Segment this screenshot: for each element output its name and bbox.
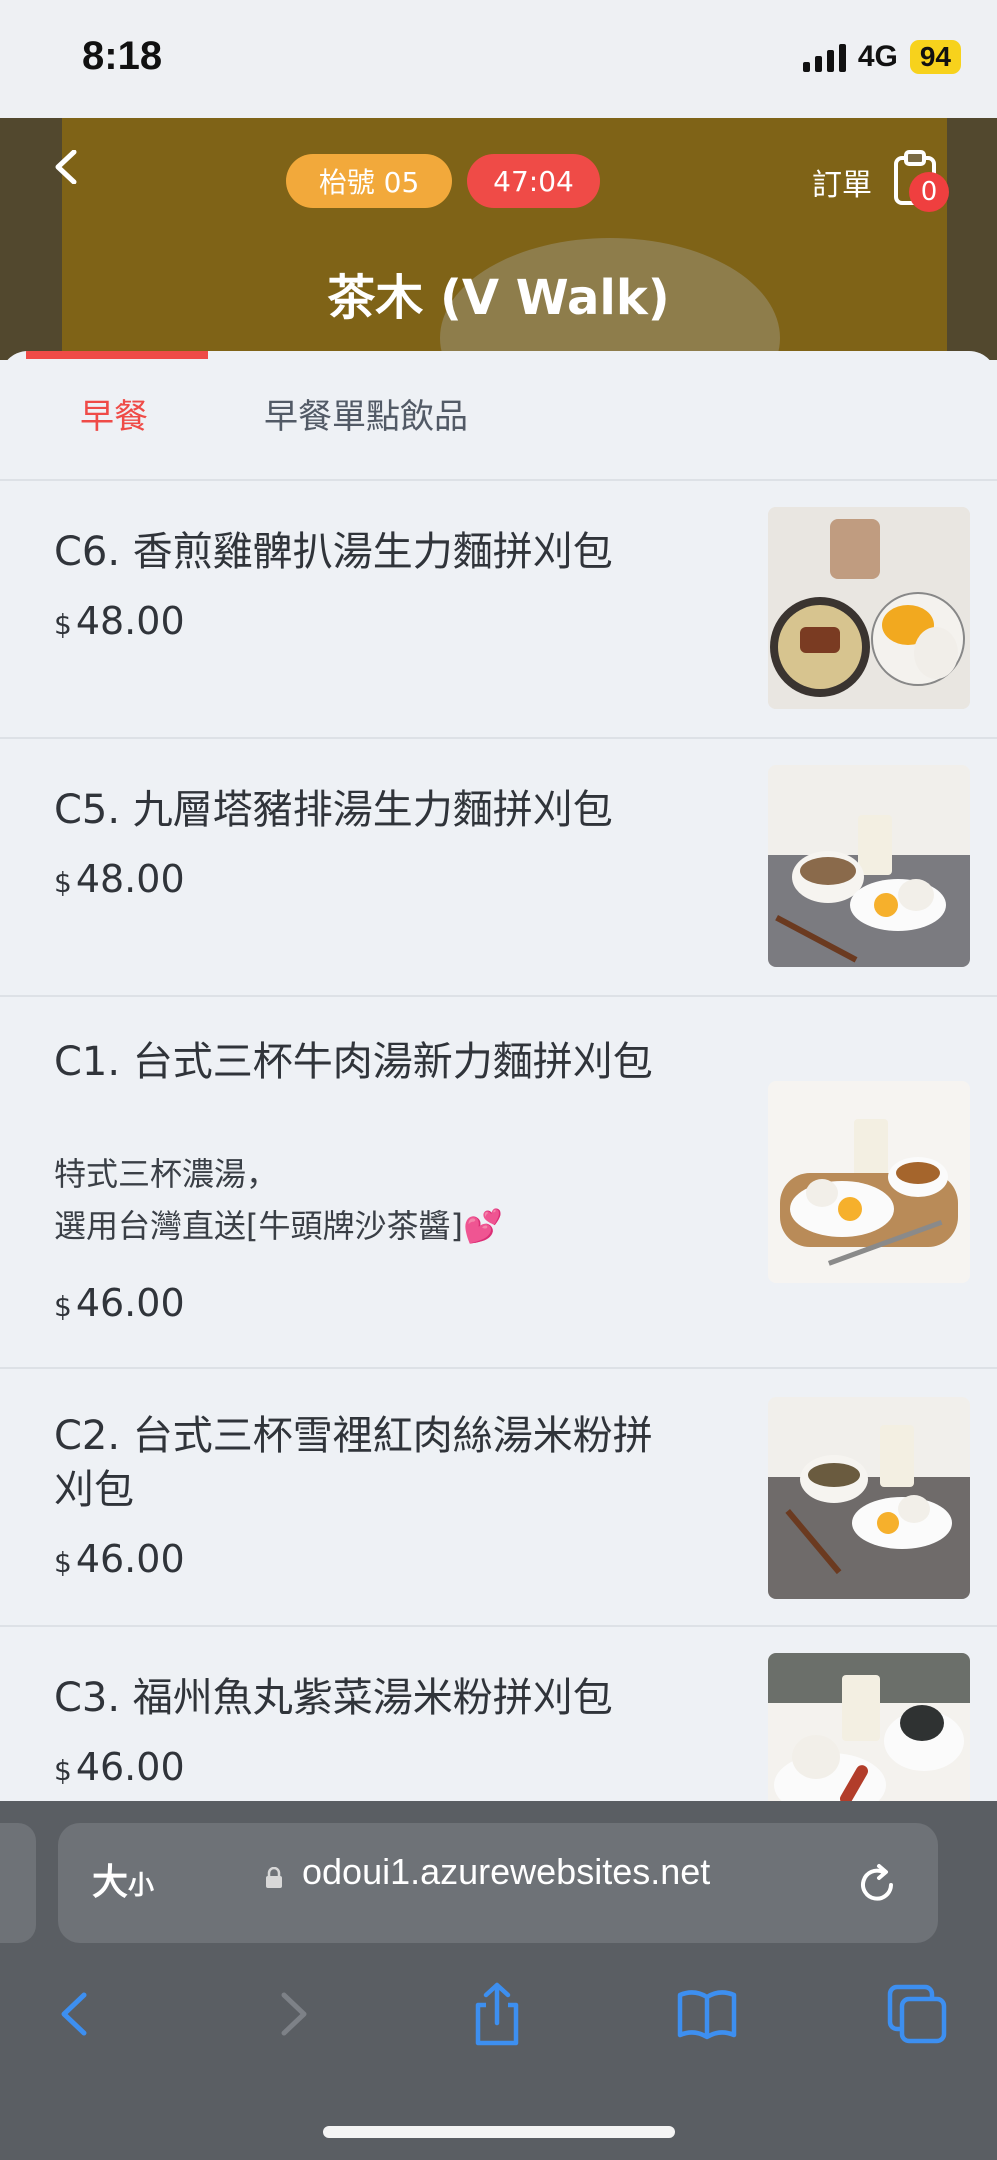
signal-icon	[802, 42, 846, 72]
food-photo-graphic	[768, 765, 970, 967]
status-time: 8:18	[82, 34, 163, 78]
text-size-button[interactable]: 大小	[92, 1853, 154, 1905]
price-value: 46.00	[75, 1281, 185, 1325]
store-name: 茶木 (V Walk)	[327, 270, 670, 326]
tabs-icon[interactable]	[884, 1981, 950, 2047]
item-name: C5. 九層塔豬排湯生力麵拼刈包	[54, 787, 613, 833]
category-tabs: 早餐 早餐單點飲品	[0, 351, 997, 481]
food-photo-graphic	[768, 1397, 970, 1599]
table-number-badge: 枱號 05	[286, 154, 452, 208]
forward-icon[interactable]	[258, 1981, 324, 2047]
price-value: 48.00	[75, 857, 185, 901]
food-photo-graphic	[768, 1653, 970, 1801]
lock-icon	[266, 1867, 282, 1888]
item-photo[interactable]	[768, 765, 970, 967]
menu-item[interactable]: C5. 九層塔豬排湯生力麵拼刈包 $48.00	[0, 739, 997, 997]
item-price: $46.00	[54, 1745, 185, 1789]
item-price: $46.00	[54, 1281, 185, 1325]
status-bar: 8:18 4G 94	[0, 0, 997, 118]
reload-icon[interactable]	[855, 1863, 899, 1907]
order-label[interactable]: 訂單	[812, 160, 872, 204]
active-tab-indicator	[26, 351, 208, 359]
item-price: $48.00	[54, 857, 185, 901]
item-name: C1. 台式三杯牛肉湯新力麵拼刈包	[54, 1039, 653, 1085]
home-indicator[interactable]	[323, 2126, 675, 2138]
url-text[interactable]: odoui1.azurewebsites.net	[302, 1851, 710, 1893]
tab-breakfast-drinks[interactable]: 早餐單點飲品	[264, 389, 468, 438]
currency-symbol: $	[54, 1754, 72, 1787]
text-size-small: 小	[128, 1871, 155, 1901]
menu-item[interactable]: C3. 福州魚丸紫菜湯米粉拼刈包 $46.00	[0, 1627, 997, 1801]
session-timer-badge: 47:04	[467, 154, 600, 208]
menu-item[interactable]: C6. 香煎雞髀扒湯生力麵拼刈包 $48.00	[0, 481, 997, 739]
item-photo[interactable]	[768, 1653, 970, 1801]
share-icon[interactable]	[464, 1981, 530, 2047]
price-value: 46.00	[75, 1537, 185, 1581]
item-description: 選用台灣直送[牛頭牌沙茶醬]💕	[54, 1207, 503, 1245]
item-description: 特式三杯濃湯，	[54, 1155, 279, 1193]
browser-toolbar: 大小 odoui1.azurewebsites.net	[0, 1801, 997, 2160]
food-photo-graphic	[768, 1081, 970, 1283]
previous-tab-preview[interactable]	[0, 1823, 36, 1943]
price-value: 48.00	[75, 599, 185, 643]
currency-symbol: $	[54, 866, 72, 899]
battery-icon: 94	[909, 40, 961, 74]
food-photo-graphic	[768, 507, 970, 709]
item-photo[interactable]	[768, 507, 970, 709]
item-photo[interactable]	[768, 1397, 970, 1599]
currency-symbol: $	[54, 1546, 72, 1579]
back-icon[interactable]	[44, 1981, 110, 2047]
item-photo[interactable]	[768, 1081, 970, 1283]
item-price: $48.00	[54, 599, 185, 643]
item-name: C6. 香煎雞髀扒湯生力麵拼刈包	[54, 529, 613, 575]
menu-sheet: 早餐 早餐單點飲品 C6. 香煎雞髀扒湯生力麵拼刈包 $48.00 C5. 九層…	[0, 351, 997, 1801]
status-indicators: 4G 94	[802, 40, 961, 74]
currency-symbol: $	[54, 608, 72, 641]
tab-breakfast[interactable]: 早餐	[80, 389, 148, 438]
menu-item[interactable]: C2. 台式三杯雪裡紅肉絲湯米粉拼刈包 $46.00	[0, 1369, 997, 1627]
price-value: 46.00	[75, 1745, 185, 1789]
item-price: $46.00	[54, 1537, 185, 1581]
menu-item[interactable]: C1. 台式三杯牛肉湯新力麵拼刈包 特式三杯濃湯， 選用台灣直送[牛頭牌沙茶醬]…	[0, 997, 997, 1369]
back-arrow-icon[interactable]	[50, 150, 84, 184]
item-name: C2. 台式三杯雪裡紅肉絲湯米粉拼刈包	[54, 1413, 653, 1513]
network-type: 4G	[857, 40, 898, 73]
bookmarks-icon[interactable]	[674, 1981, 740, 2047]
currency-symbol: $	[54, 1290, 72, 1323]
item-name: C3. 福州魚丸紫菜湯米粉拼刈包	[54, 1675, 613, 1721]
text-size-large: 大	[92, 1862, 129, 1903]
order-count-badge: 0	[909, 172, 949, 212]
